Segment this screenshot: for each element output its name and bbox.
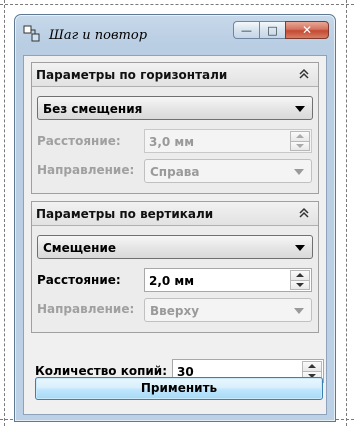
horizontal-distance-label: Расстояние: [37, 134, 121, 148]
vertical-mode-dropdown[interactable]: Смещение [37, 235, 313, 259]
arrow-up-icon [296, 134, 304, 138]
step-and-repeat-window: Шаг и повтор — □ ✕ Параметры по горизонт… [14, 14, 336, 422]
vertical-group-title: Параметры по вертикали [36, 207, 214, 221]
docker-content: Параметры по горизонтали Без смещения Ра… [23, 55, 327, 415]
arrow-up-icon [296, 273, 304, 277]
horizontal-group-header[interactable]: Параметры по горизонтали [32, 63, 318, 87]
horizontal-direction-label: Направление: [37, 163, 135, 177]
horizontal-distance-spinbox[interactable]: 3,0 мм [144, 129, 312, 153]
guide-line-right [346, 0, 347, 426]
vertical-direction-dropdown[interactable]: Вверху [144, 298, 312, 322]
vertical-mode-value: Смещение [43, 241, 116, 255]
maximize-button[interactable]: □ [259, 21, 285, 39]
window-title: Шаг и повтор [49, 28, 148, 43]
guide-line-left [4, 0, 5, 426]
horizontal-distance-value: 3,0 мм [149, 135, 195, 149]
increment-button[interactable] [302, 361, 322, 372]
guide-line-top [0, 4, 354, 5]
vertical-group-header[interactable]: Параметры по вертикали [32, 202, 318, 226]
horizontal-settings-group: Параметры по горизонтали Без смещения Ра… [31, 62, 319, 194]
arrow-up-icon [308, 364, 316, 368]
horizontal-direction-value: Справа [150, 165, 200, 179]
vertical-distance-value: 2,0 мм [149, 274, 195, 288]
vertical-settings-group: Параметры по вертикали Смещение Расстоян… [31, 201, 319, 333]
double-chevron-up-icon[interactable] [298, 207, 310, 219]
vertical-distance-spin-buttons [290, 270, 310, 290]
horizontal-mode-dropdown[interactable]: Без смещения [37, 96, 313, 120]
vertical-distance-label: Расстояние: [37, 273, 121, 287]
decrement-button[interactable] [290, 280, 310, 290]
dropdown-arrow-icon [294, 308, 304, 314]
close-button[interactable]: ✕ [285, 21, 329, 39]
apply-button[interactable]: Применить [35, 377, 323, 400]
vertical-distance-spinbox[interactable]: 2,0 мм [144, 268, 312, 292]
double-chevron-up-icon[interactable] [298, 68, 310, 80]
close-icon: ✕ [301, 23, 313, 37]
maximize-icon: □ [267, 23, 278, 37]
increment-button[interactable] [290, 270, 310, 281]
vertical-direction-value: Вверху [150, 304, 200, 318]
screen: Шаг и повтор — □ ✕ Параметры по горизонт… [0, 0, 354, 426]
minimize-button[interactable]: — [233, 21, 259, 39]
copies-label: Количество копий: [35, 364, 168, 378]
decrement-button[interactable] [290, 141, 310, 151]
dropdown-arrow-icon [295, 106, 305, 112]
title-bar[interactable]: Шаг и повтор — □ ✕ [15, 15, 335, 53]
horizontal-direction-dropdown[interactable]: Справа [144, 159, 312, 183]
increment-button[interactable] [290, 131, 310, 142]
window-controls: — □ ✕ [233, 21, 329, 41]
horizontal-distance-spin-buttons [290, 131, 310, 151]
arrow-down-icon [296, 282, 304, 287]
horizontal-group-title: Параметры по горизонтали [36, 68, 228, 82]
dropdown-arrow-icon [294, 169, 304, 175]
arrow-down-icon [296, 143, 304, 148]
vertical-direction-label: Направление: [37, 302, 135, 316]
step-repeat-icon [23, 25, 40, 42]
minimize-icon: — [241, 23, 252, 37]
horizontal-mode-value: Без смещения [43, 102, 143, 116]
dropdown-arrow-icon [295, 245, 305, 251]
